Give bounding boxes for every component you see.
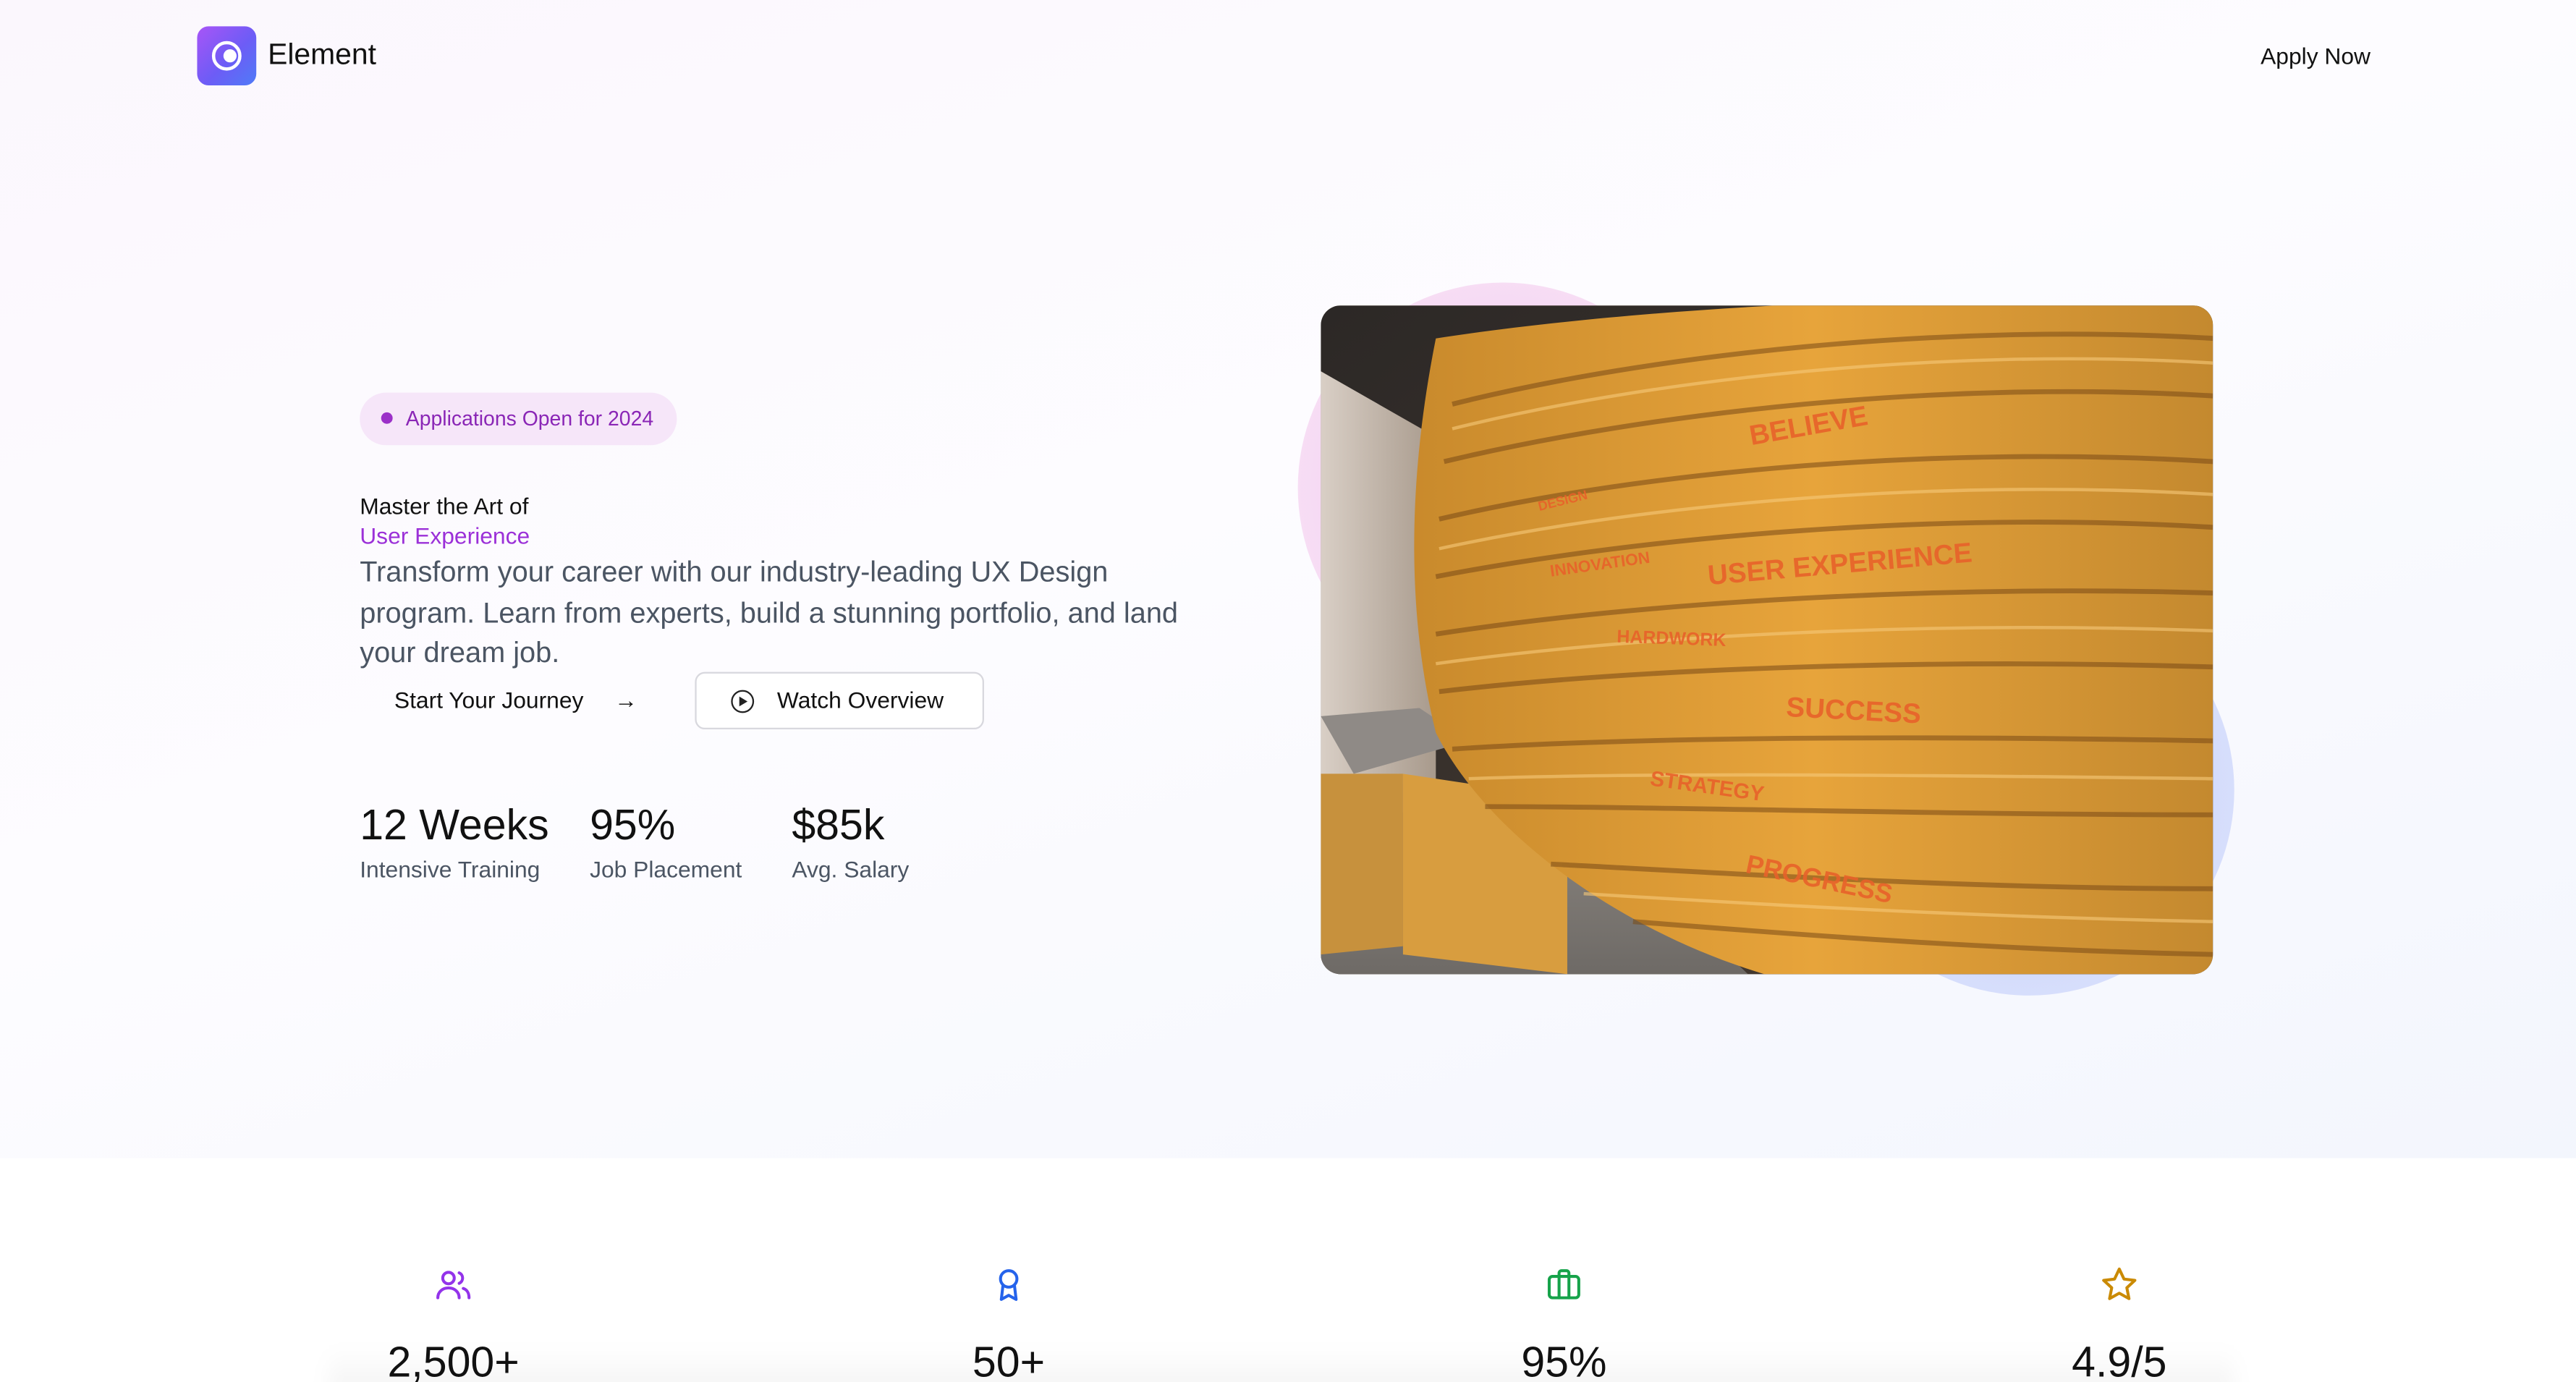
svg-text:HARDWORK: HARDWORK bbox=[1617, 627, 1726, 650]
arrow-right-icon: → bbox=[614, 687, 637, 713]
watch-overview-button[interactable]: Watch Overview bbox=[695, 671, 984, 730]
start-journey-button[interactable]: Start Your Journey → bbox=[360, 672, 671, 729]
brand-name[interactable]: Element bbox=[268, 38, 376, 72]
apply-now-link[interactable]: Apply Now bbox=[2261, 43, 2370, 69]
play-circle-icon bbox=[731, 690, 755, 713]
hero-title-highlight: User Experience bbox=[360, 522, 530, 549]
badge-dot-icon bbox=[381, 412, 393, 424]
hero-photo: BELIEVE DESIGN INNOVATION USER EXPERIENC… bbox=[1321, 305, 2213, 975]
feature-value: 2,500+ bbox=[387, 1337, 520, 1382]
briefcase-icon bbox=[1547, 1269, 1580, 1300]
stat-salary: $85k Avg. Salary bbox=[792, 800, 909, 883]
hero-title: Master the Art of bbox=[360, 493, 529, 520]
users-icon bbox=[436, 1271, 471, 1300]
star-icon bbox=[2102, 1267, 2137, 1300]
page: Element Apply Now Applications Open for … bbox=[0, 0, 2576, 1382]
applications-badge: Applications Open for 2024 bbox=[360, 392, 677, 446]
feature-value: 4.9/5 bbox=[2072, 1337, 2167, 1382]
stat-duration: 12 Weeks Intensive Training bbox=[360, 800, 548, 883]
site-header: Element Apply Now bbox=[0, 0, 2576, 115]
section-shadow bbox=[329, 1347, 2234, 1382]
stat-value: 95% bbox=[590, 800, 676, 849]
feature-placement: 95% bbox=[1465, 1265, 1662, 1382]
feature-students: 2,500+ bbox=[355, 1265, 551, 1382]
award-icon bbox=[999, 1269, 1019, 1301]
badge-label: Applications Open for 2024 bbox=[405, 407, 654, 431]
logo-icon[interactable] bbox=[197, 26, 257, 86]
stat-placement: 95% Job Placement bbox=[590, 800, 742, 883]
stat-label: Intensive Training bbox=[360, 855, 541, 883]
stat-label: Job Placement bbox=[590, 855, 742, 883]
feature-rating: 4.9/5 bbox=[2021, 1265, 2218, 1382]
stat-label: Avg. Salary bbox=[792, 855, 910, 883]
feature-value: 95% bbox=[1521, 1337, 1607, 1382]
hero-description: Transform your career with our industry-… bbox=[360, 555, 1179, 669]
feature-value: 50+ bbox=[972, 1337, 1046, 1382]
start-journey-label: Start Your Journey bbox=[394, 687, 584, 713]
stat-value: $85k bbox=[792, 800, 885, 849]
feature-mentors: 50+ bbox=[910, 1265, 1107, 1382]
watch-overview-label: Watch Overview bbox=[776, 687, 944, 713]
stat-value: 12 Weeks bbox=[360, 800, 549, 849]
